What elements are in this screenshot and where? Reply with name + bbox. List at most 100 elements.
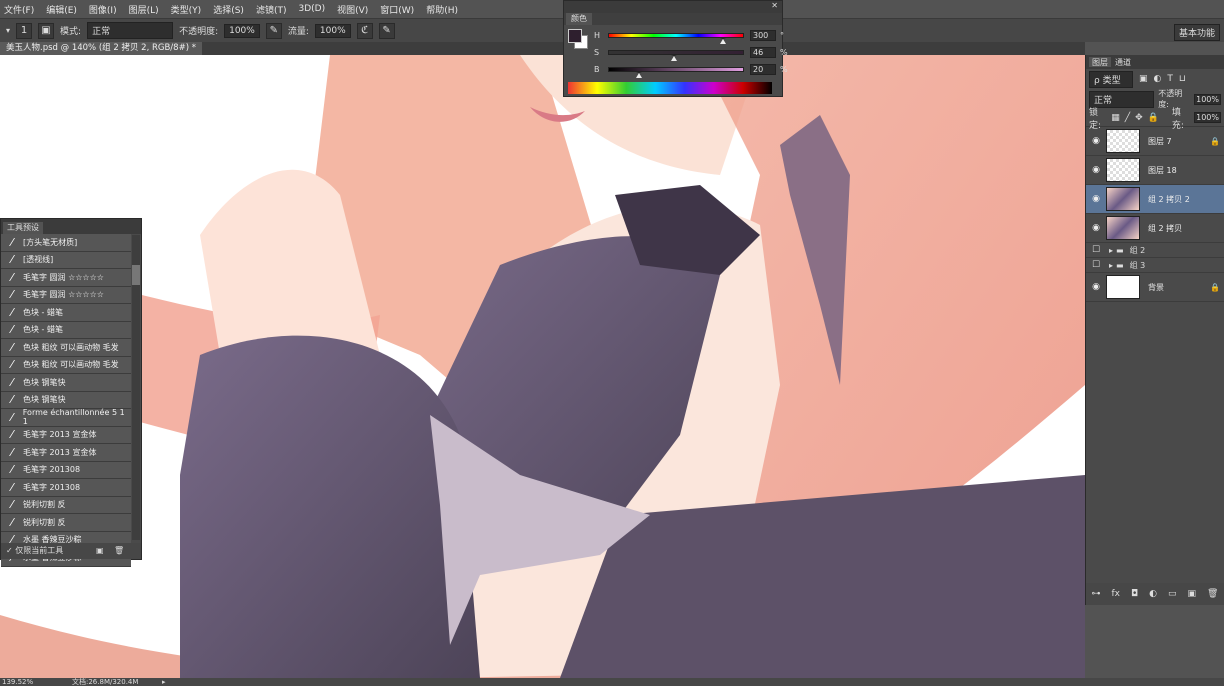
close-icon[interactable]: ✕ <box>771 1 778 10</box>
fx-icon[interactable]: fx <box>1112 589 1121 599</box>
menu-3d[interactable]: 3D(D) <box>298 4 325 14</box>
preset-item[interactable]: ⁄ 毛笔字 圆润 ☆☆☆☆☆ <box>1 286 131 304</box>
tab-channels[interactable]: 通道 <box>1115 57 1131 67</box>
brush-icon: ⁄ <box>11 358 13 372</box>
tab-layers[interactable]: 图层 <box>1089 57 1111 67</box>
menu-layer[interactable]: 图层(L) <box>129 3 159 16</box>
lock-transparency-icon[interactable]: ▦ <box>1111 113 1120 123</box>
preset-item[interactable]: ⁄ 色块 - 蜡笔 <box>1 304 131 322</box>
hue-input[interactable]: 300 <box>750 29 776 41</box>
fill-input[interactable]: 100% <box>1194 112 1221 123</box>
visibility-off-icon[interactable]: ☐ <box>1086 245 1106 255</box>
layer-thumbnail <box>1106 187 1140 211</box>
add-mask-icon[interactable]: ◘ <box>1131 589 1138 599</box>
filter-type-icon[interactable]: T <box>1167 74 1173 84</box>
layer-group-row[interactable]: ☐ ▸ ▬ 组 2 <box>1086 243 1224 258</box>
menu-select[interactable]: 选择(S) <box>213 3 244 16</box>
menu-image[interactable]: 图像(I) <box>89 3 117 16</box>
filter-shape-icon[interactable]: ⊔ <box>1179 74 1186 84</box>
preset-item[interactable]: ⁄ 锐利切割 反 <box>1 496 131 514</box>
expand-arrow-icon[interactable]: ▸ <box>1109 261 1113 270</box>
pressure-size-icon[interactable]: ✎ <box>378 22 395 39</box>
mode-select[interactable]: 正常 <box>87 22 174 39</box>
lock-position-icon[interactable]: ✥ <box>1135 113 1143 123</box>
visibility-off-icon[interactable]: ☐ <box>1086 260 1106 270</box>
opacity-input[interactable]: 100% <box>224 23 260 38</box>
preset-item[interactable]: ⁄ 色块 粗纹 可以画动物 毛发 <box>1 339 131 357</box>
layer-row[interactable]: ◉ 组 2 拷贝 2 <box>1086 185 1224 214</box>
status-menu-arrow-icon[interactable]: ▸ <box>162 678 166 686</box>
visibility-eye-icon[interactable]: ◉ <box>1086 136 1106 146</box>
link-layers-icon[interactable]: ⊶ <box>1092 589 1101 599</box>
preset-item[interactable]: ⁄ 色块 钢笔快 <box>1 374 131 392</box>
menu-window[interactable]: 窗口(W) <box>380 3 414 16</box>
preset-item[interactable]: ⁄ 毛笔字 圆润 ☆☆☆☆☆ <box>1 269 131 287</box>
tool-preset-picker[interactable]: ▾ <box>6 26 10 35</box>
current-tool-only-checkbox[interactable]: ✓ 仅限当前工具 <box>6 546 63 555</box>
menu-type[interactable]: 类型(Y) <box>171 3 202 16</box>
preset-item[interactable]: ⁄ Forme échantillonnée 5 1 1 <box>1 408 131 427</box>
airbrush-icon[interactable]: ℭ <box>356 22 373 39</box>
menu-help[interactable]: 帮助(H) <box>426 3 458 16</box>
preset-label: 色块 粗纹 可以画动物 毛发 <box>23 360 119 370</box>
brush-size-picker[interactable]: 1 <box>16 22 33 39</box>
lock-all-icon[interactable]: 🔒 <box>1148 113 1159 123</box>
brightness-input[interactable]: 20 <box>750 63 776 75</box>
status-bar: 139.52% 文档:26.8M/320.4M ▸ <box>0 678 1224 686</box>
preset-item[interactable]: ⁄ 色块 钢笔快 <box>1 391 131 409</box>
zoom-level[interactable]: 139.52% <box>2 678 33 686</box>
menu-view[interactable]: 视图(V) <box>337 3 368 16</box>
color-tab[interactable]: 颜色 <box>566 13 592 25</box>
lock-paint-icon[interactable]: ╱ <box>1125 113 1130 123</box>
document-tab[interactable]: 美玉人物.psd @ 140% (组 2 拷贝 2, RGB/8#) * <box>0 42 202 55</box>
visibility-eye-icon[interactable]: ◉ <box>1086 223 1106 233</box>
preset-item[interactable]: ⁄ 色块 粗纹 可以画动物 毛发 <box>1 356 131 374</box>
brightness-slider[interactable] <box>608 66 744 78</box>
delete-layer-icon[interactable]: 🗑 <box>1207 589 1218 599</box>
preset-item[interactable]: ⁄ 锐利切割 反 <box>1 514 131 532</box>
menu-edit[interactable]: 编辑(E) <box>46 3 77 16</box>
pressure-opacity-icon[interactable]: ✎ <box>265 22 282 39</box>
visibility-eye-icon[interactable]: ◉ <box>1086 194 1106 204</box>
visibility-eye-icon[interactable]: ◉ <box>1086 282 1106 292</box>
preset-item[interactable]: ⁄ 毛笔字 2013 宣金体 <box>1 426 131 444</box>
adjustment-layer-icon[interactable]: ◐ <box>1149 589 1157 599</box>
panel-header[interactable]: ✕ <box>564 1 782 13</box>
layer-row[interactable]: ◉ 图层 18 <box>1086 156 1224 185</box>
expand-arrow-icon[interactable]: ▸ <box>1109 246 1113 255</box>
visibility-eye-icon[interactable]: ◉ <box>1086 165 1106 175</box>
menu-file[interactable]: 文件(F) <box>4 3 34 16</box>
layer-group-row[interactable]: ☐ ▸ ▬ 组 3 <box>1086 258 1224 273</box>
color-ramp[interactable] <box>568 82 772 94</box>
delete-preset-icon[interactable]: 🗑 <box>114 543 124 559</box>
new-preset-icon[interactable]: ▣ <box>96 543 104 559</box>
document-canvas[interactable] <box>0 55 1085 678</box>
preset-label: Forme échantillonnée 5 1 1 <box>22 408 125 427</box>
preset-item[interactable]: ⁄ 色块 - 蜡笔 <box>1 321 131 339</box>
preset-scrollbar[interactable] <box>132 235 140 540</box>
brush-panel-toggle-icon[interactable]: ▣ <box>38 22 55 39</box>
hue-slider[interactable] <box>608 32 744 44</box>
saturation-slider[interactable] <box>608 49 744 61</box>
flow-input[interactable]: 100% <box>314 23 351 38</box>
workspace-switcher[interactable]: 基本功能 <box>1173 24 1220 41</box>
layer-row[interactable]: ◉ 背景 🔒 <box>1086 273 1224 302</box>
new-layer-icon[interactable]: ▣ <box>1188 589 1197 599</box>
foreground-swatch[interactable] <box>568 29 582 43</box>
preset-item[interactable]: ⁄ 毛笔字 2013 宣金体 <box>1 444 131 462</box>
filter-adjust-icon[interactable]: ◐ <box>1154 74 1162 84</box>
tool-presets-tab[interactable]: 工具预设 <box>3 222 43 234</box>
layer-row[interactable]: ◉ 图层 7 🔒 <box>1086 127 1224 156</box>
layer-row[interactable]: ◉ 组 2 拷贝 <box>1086 214 1224 243</box>
preset-item[interactable]: ⁄ 毛笔字 201308 <box>1 479 131 497</box>
layer-opacity-input[interactable]: 100% <box>1194 93 1221 105</box>
preset-item[interactable]: ⁄ 毛笔字 201308 <box>1 461 131 479</box>
filter-pixel-icon[interactable]: ▣ <box>1139 74 1148 84</box>
preset-item[interactable]: ⁄ [方头笔无材质] <box>1 234 131 252</box>
saturation-input[interactable]: 46 <box>750 46 776 58</box>
new-group-icon[interactable]: ▭ <box>1168 589 1177 599</box>
menu-filter[interactable]: 滤镜(T) <box>256 3 287 16</box>
preset-item[interactable]: ⁄ [透视线] <box>1 251 131 269</box>
preset-label: 毛笔字 圆润 ☆☆☆☆☆ <box>23 290 104 300</box>
layer-filter-select[interactable]: ρ 类型 <box>1089 70 1133 88</box>
